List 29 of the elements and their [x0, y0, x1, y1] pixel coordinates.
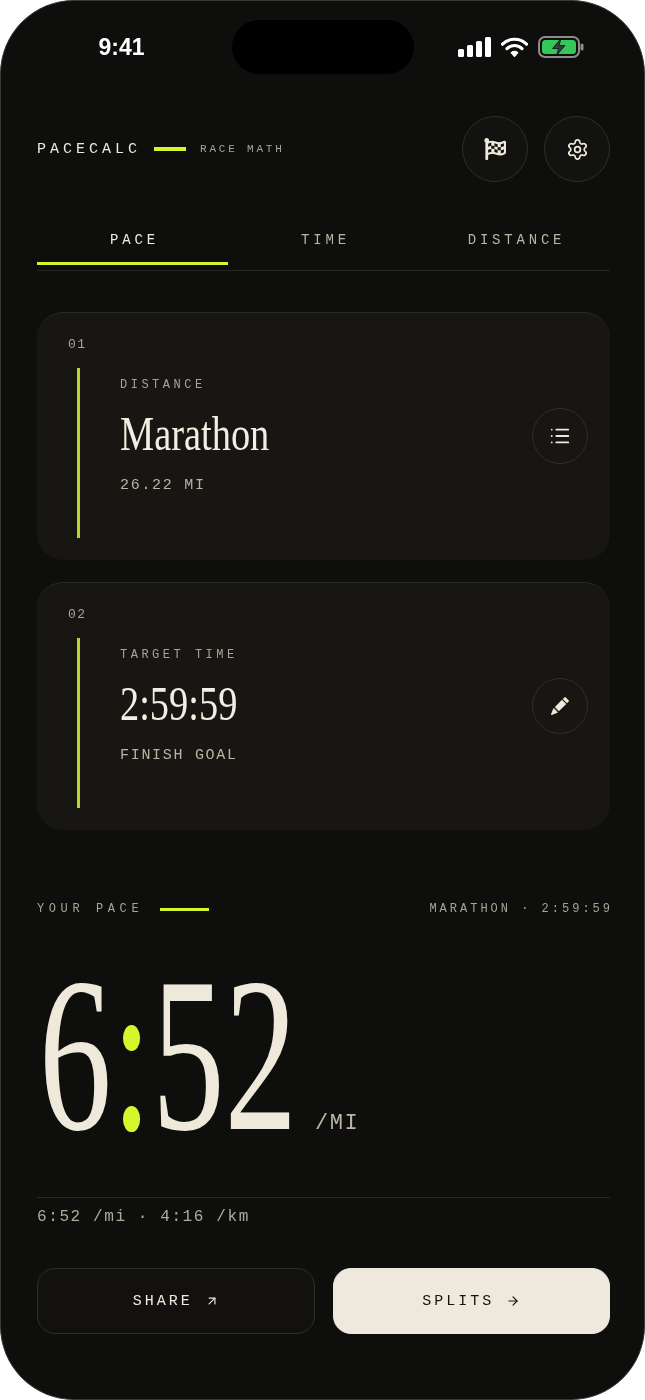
- tab[interactable]: TIME: [228, 216, 419, 265]
- settings-icon: [565, 137, 589, 161]
- checkered-flag-icon: [484, 138, 506, 160]
- card-index: 02: [68, 607, 87, 623]
- tab[interactable]: PACE: [37, 216, 228, 265]
- field-label: TARGET TIME: [120, 647, 238, 663]
- signal-icon: [458, 37, 491, 57]
- battery-icon: [538, 36, 584, 58]
- field-label: DISTANCE: [120, 377, 206, 393]
- accent-line: [160, 907, 210, 911]
- card-index: 01: [68, 337, 87, 353]
- field-detail: FINISH GOAL: [120, 747, 238, 765]
- field-value: Marathon: [120, 409, 270, 459]
- pace-conversion: 6:52 /mi · 4:16 /km: [37, 1207, 250, 1227]
- section-label: YOUR PACE: [37, 902, 144, 916]
- wifi-icon: [501, 37, 528, 57]
- pencil-icon: [551, 697, 569, 715]
- share-button[interactable]: SHARE: [37, 1268, 315, 1334]
- field-detail: 26.22 MI: [120, 477, 206, 495]
- tab[interactable]: DISTANCE: [419, 216, 610, 265]
- brand-title: PACECALC: [37, 140, 141, 158]
- pace-unit: /MI: [315, 1111, 360, 1136]
- field-value: 2:59:59: [120, 679, 238, 729]
- arrow-right-icon: [506, 1294, 521, 1308]
- pace-value: 6:52: [39, 945, 298, 1165]
- pace-summary: MARATHON · 2:59:59: [429, 902, 613, 916]
- splits-button[interactable]: SPLITS: [332, 1268, 610, 1334]
- tagline: RACE MATH: [200, 143, 285, 155]
- status-time: 9:41: [98, 33, 145, 61]
